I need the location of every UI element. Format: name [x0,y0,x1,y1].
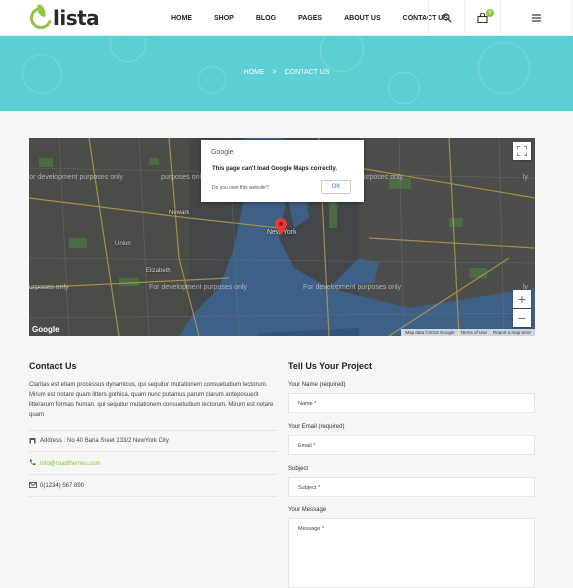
breadcrumb: HOME > CONTACT US [0,69,573,76]
maps-error-dialog: Google This page can't load Google Maps … [201,140,364,202]
cart-count-badge: 0 [486,9,494,17]
breadcrumb-current: CONTACT US [284,69,330,76]
main-nav: HOME SHOP BLOG PAGES ABOUT US CONTACT US [162,0,448,36]
dialog-message: This page can't load Google Maps correct… [212,166,338,172]
phone-row: 0(1234) 567 890 [29,475,277,497]
name-input[interactable]: Name * [288,393,535,413]
dialog-ok-button[interactable]: OK [321,180,351,194]
email-label: Your Email (required) [288,424,345,430]
nav-about-us[interactable]: ABOUT US [344,15,381,22]
name-label: Your Name (required) [288,382,346,388]
dev-watermark-5: For development purposes only [149,284,248,291]
map-label-newark: Newark [169,210,190,216]
dev-watermark-7: ly [523,174,529,181]
zoom-in-button[interactable]: + [513,290,531,308]
address-row: Address : No 40 Baria Sreet 133/2 NewYor… [29,430,277,452]
dev-watermark: For development purposes only [29,174,124,181]
dialog-question: Do you own this website? [212,185,269,191]
subject-input[interactable]: Subject * [288,477,535,497]
contact-title: Contact Us [29,361,77,371]
message-label: Your Message [288,507,327,513]
map-data-credit: Map data ©2019 Google [405,330,455,335]
zoom-out-button[interactable]: − [513,309,531,327]
subject-label: Subject [288,466,309,472]
dev-watermark-4: purposes only [29,284,69,291]
fullscreen-button[interactable] [513,142,531,160]
terms-link[interactable]: Terms of Use [460,330,487,335]
logo-leaf-icon [25,2,57,34]
hamburger-menu-icon [531,14,541,22]
map-pin-icon[interactable] [275,218,287,235]
envelope-icon [29,481,40,490]
phone-text: 0(1234) 567 890 [40,482,85,489]
email-row: info@roadthemes.com [29,453,277,475]
site-header: lista HOME SHOP BLOG PAGES ABOUT US CONT… [0,0,573,36]
logo[interactable]: lista [25,2,100,34]
report-error-link[interactable]: Report a map error [493,330,531,335]
form-title: Tell Us Your Project [288,361,373,371]
cart-button[interactable]: 0 [464,0,500,36]
dev-watermark-2: purposes only [161,174,205,181]
email-input[interactable]: Email * [288,435,535,455]
message-textarea[interactable]: Message * [288,518,535,588]
contact-description: Claritas est etiam processus dynamicus, … [29,382,274,418]
address-text: Address : No 40 Baria Sreet 133/2 NewYor… [40,438,169,444]
email-link[interactable]: info@roadthemes.com [40,461,100,467]
fullscreen-icon [517,146,527,156]
nav-blog[interactable]: BLOG [256,15,276,22]
dialog-google-brand: Google [211,149,234,156]
search-button[interactable] [428,0,464,36]
logo-text: lista [53,6,100,30]
breadcrumb-separator: > [272,69,277,76]
nav-home[interactable]: HOME [171,15,192,22]
google-logo: Google [32,325,60,334]
dev-watermark-6: For development purposes only [303,284,402,291]
home-icon [29,437,40,446]
breadcrumb-home[interactable]: HOME [244,69,265,76]
phone-icon [29,459,40,468]
search-icon [441,13,452,23]
map-label-union: Union [115,241,131,247]
map-label-elizabeth: Elizabeth [146,268,171,274]
google-map[interactable]: For development purposes only purposes o… [29,138,535,336]
nav-shop[interactable]: SHOP [214,15,234,22]
nav-pages[interactable]: PAGES [298,15,322,22]
map-footer: Map data ©2019 Google Terms of Use Repor… [401,329,535,336]
menu-button[interactable] [500,0,572,36]
